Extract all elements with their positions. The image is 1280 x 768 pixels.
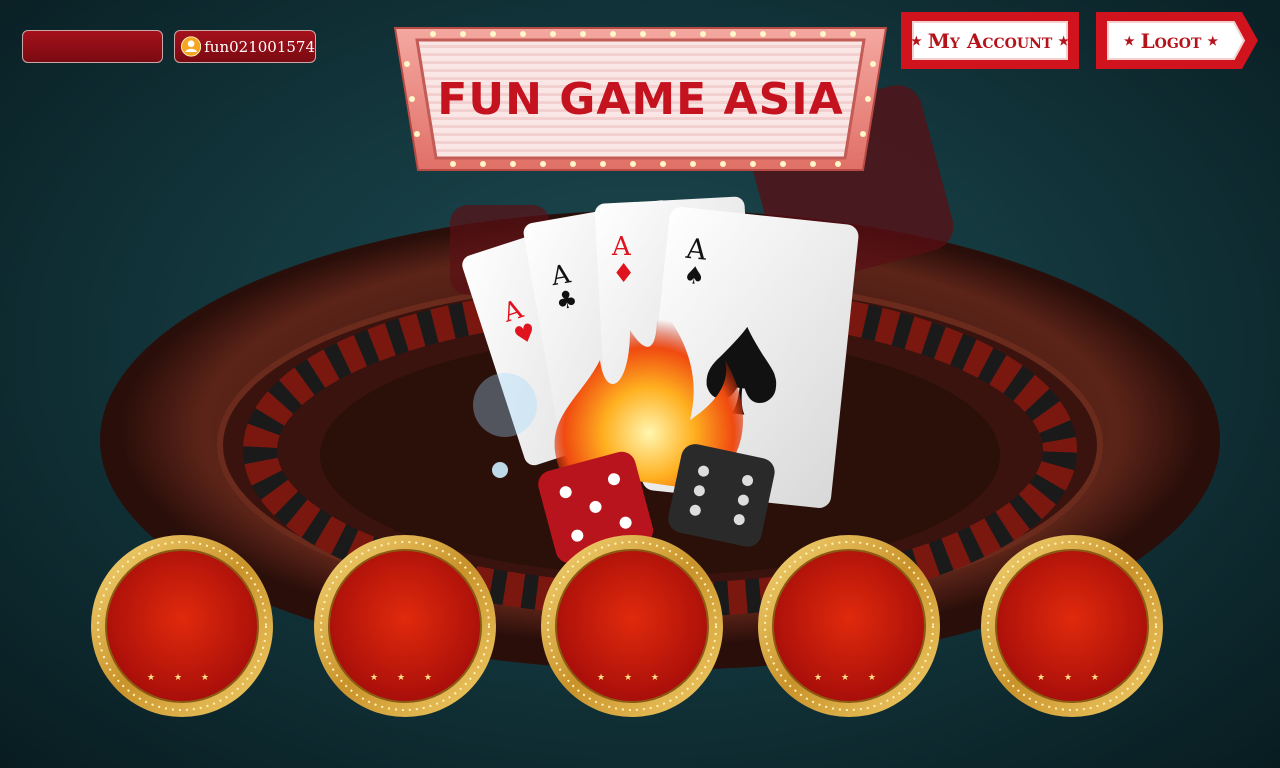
user-icon: [181, 36, 202, 57]
slot-frame: [981, 535, 1163, 717]
game-slot-4[interactable]: ★ ★ ★: [756, 533, 942, 719]
slot-frame: [758, 535, 940, 717]
star-icon: ★: [1123, 33, 1135, 48]
my-account-label: My Account: [927, 28, 1053, 53]
slot-stars: ★ ★ ★: [370, 673, 440, 683]
logout-button[interactable]: ★ Logot ★: [1096, 12, 1258, 69]
slot-stars: ★ ★ ★: [1037, 673, 1107, 683]
svg-text:♠: ♠: [682, 261, 706, 291]
star-icon: ★: [1207, 33, 1219, 48]
user-badge[interactable]: fun021001574: [174, 30, 316, 63]
game-slot-1[interactable]: ★ ★ ★: [89, 533, 275, 719]
logout-label: Logot: [1140, 28, 1202, 53]
username: fun021001574: [204, 37, 315, 56]
game-slot-2[interactable]: ★ ★ ★: [312, 533, 498, 719]
star-icon: ★: [910, 33, 922, 48]
game-slot-5[interactable]: ★ ★ ★: [979, 533, 1165, 719]
svg-text:A: A: [611, 232, 632, 262]
slot-stars: ★ ★ ★: [814, 673, 884, 683]
my-account-button[interactable]: ★ My Account ★: [901, 12, 1079, 69]
star-icon: ★: [1058, 33, 1070, 48]
slot-stars: ★ ★ ★: [147, 673, 217, 683]
slot-frame: [541, 535, 723, 717]
slot-frame: [314, 535, 496, 717]
game-slot-3[interactable]: ★ ★ ★: [539, 533, 725, 719]
svg-text:♦: ♦: [612, 259, 635, 289]
title-marquee: FUN GAME ASIA: [393, 24, 888, 174]
game-title: FUN GAME ASIA: [437, 73, 844, 125]
slot-frame: [91, 535, 273, 717]
balance-display: [22, 30, 163, 63]
slot-stars: ★ ★ ★: [597, 673, 667, 683]
